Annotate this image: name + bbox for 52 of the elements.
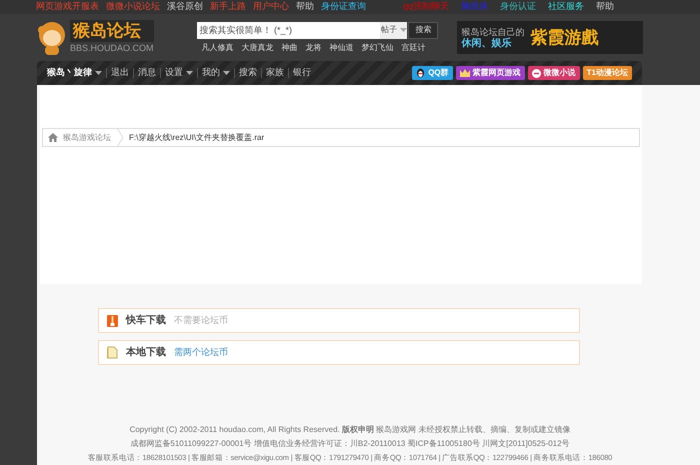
caret-icon bbox=[223, 71, 230, 75]
banner-headline: 紫霞游戲 bbox=[530, 26, 599, 49]
nav-link[interactable]: 退出 bbox=[111, 66, 129, 80]
nav-link[interactable]: 搜索 bbox=[239, 66, 257, 80]
download-title: 本地下载 bbox=[126, 346, 166, 360]
monkey-logo-icon bbox=[36, 20, 68, 56]
nav-link[interactable]: 消息 bbox=[138, 66, 156, 80]
download-option[interactable]: 快车下载 不需要论坛币 bbox=[98, 308, 580, 333]
caret-icon bbox=[95, 71, 102, 75]
nav-link[interactable]: 家族 bbox=[266, 66, 284, 80]
nav-link[interactable]: 设置 bbox=[165, 66, 193, 80]
cost-note: 不需要论坛币 bbox=[174, 314, 228, 327]
penguin-icon bbox=[416, 68, 426, 78]
promo-badge[interactable]: 紫霞网页游戏 bbox=[456, 66, 525, 80]
search-button[interactable]: 搜索 bbox=[408, 22, 438, 38]
promo-badge[interactable]: 微微小说 bbox=[528, 66, 580, 80]
top-link[interactable]: 身份认证 bbox=[500, 0, 536, 14]
caret-icon bbox=[400, 28, 407, 32]
top-link[interactable]: 身份证查询 bbox=[321, 0, 366, 14]
download-option[interactable]: 本地下载 需两个论坛币 bbox=[98, 340, 580, 365]
copyright-text: Copyright (C) 2002-2011 houdao.com, All Rights Reserved. 版权申明 猴岛游戏网 未经授权禁止转载、摘编、复制或建立镜像 bbox=[130, 424, 570, 435]
minus-circle-icon bbox=[532, 68, 541, 78]
zipper-icon bbox=[107, 314, 118, 326]
hot-word-link[interactable]: 大唐真龙 bbox=[241, 42, 274, 54]
nav-link[interactable]: 银行 bbox=[293, 66, 311, 80]
hot-word-link[interactable]: 宫廷计 bbox=[401, 42, 426, 54]
download-title: 快车下载 bbox=[126, 313, 166, 328]
nav-link[interactable]: 我的 bbox=[202, 66, 230, 80]
banner-slogan: 休闲、娱乐 bbox=[462, 38, 512, 50]
hot-word-link[interactable]: 梦幻飞仙 bbox=[361, 42, 394, 54]
banner-tagline: 猴岛论坛自己的 bbox=[462, 26, 525, 36]
top-link[interactable]: 社区服务 bbox=[548, 0, 584, 14]
hot-word-link[interactable]: 神曲 bbox=[281, 42, 298, 54]
logo-subtitle: BBS.HOUDAO.COM bbox=[70, 42, 154, 55]
hot-word-link[interactable]: 神仙道 bbox=[329, 42, 354, 54]
search-field[interactable]: 搜索其实很简单！ (*_*) bbox=[197, 22, 380, 38]
top-link[interactable]: 帮助 bbox=[596, 0, 614, 14]
file-path-text: F:\穿越火线\rez\UI\文件夹替换覆盖.rar bbox=[129, 132, 264, 144]
scope-dropdown[interactable]: 帖子 bbox=[380, 22, 408, 38]
home-icon[interactable] bbox=[48, 133, 58, 142]
hot-word-link[interactable]: 龙将 bbox=[305, 42, 322, 54]
top-link[interactable]: 帮助 bbox=[296, 0, 314, 14]
breadcrumb-link[interactable]: 猴岛游戏论坛 bbox=[63, 132, 111, 144]
nav-link[interactable]: 猴岛丶旋律 bbox=[47, 66, 102, 80]
license-text: 成都网监备51011099227-00001号 增值电信业务经营许可证：川B2-20110013 蜀ICP备11005180号 川网文[2011]0525-012号 bbox=[130, 438, 570, 449]
crown-icon bbox=[460, 69, 470, 77]
caret-icon bbox=[186, 71, 193, 75]
hot-word-link[interactable]: 凡人修真 bbox=[201, 42, 234, 54]
cost-link[interactable]: 需两个论坛币 bbox=[174, 346, 228, 360]
logo-title: 猴岛论坛 bbox=[70, 20, 154, 42]
document-icon bbox=[107, 346, 118, 359]
top-link[interactable]: 溪谷原创 bbox=[167, 0, 203, 14]
